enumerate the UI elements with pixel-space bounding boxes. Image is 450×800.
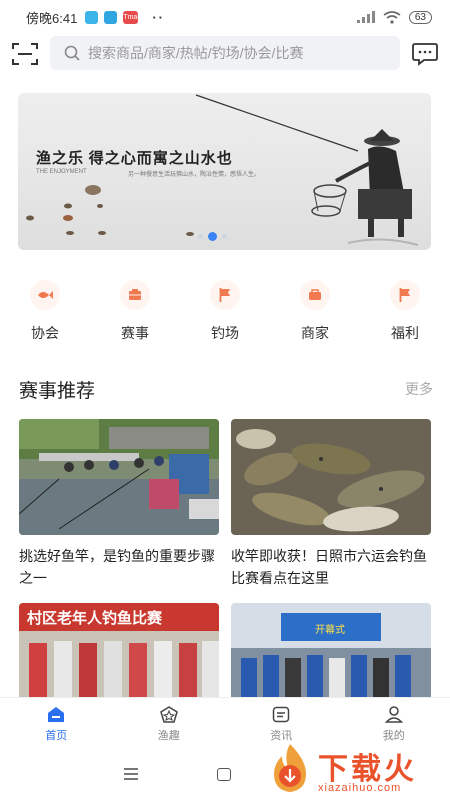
category-label: 协会 [31,325,59,341]
shop-icon [300,280,330,310]
card-image: 开幕式 [231,603,431,703]
menu-icon[interactable] [124,768,138,780]
status-bar: 傍晚6:41 Tmall ·· 63 [0,0,450,34]
status-time: 傍晚6:41 [26,10,78,26]
category-label: 钓场 [211,325,239,341]
flame-logo-icon [274,744,306,792]
more-notifications-dots: ·· [152,9,165,25]
event-card[interactable]: 收竿即收获！日照市六运会钓鱼比赛看点在这里 [231,419,431,589]
star-icon [159,706,178,723]
search-row: 搜索商品/商家/热帖/钓场/协会/比赛 [0,36,450,72]
tab-label: 首页 [45,730,68,742]
category-label: 商家 [301,325,329,341]
search-icon [64,45,80,61]
card-image: 村区老年人钓鱼比赛 [19,603,219,703]
banner-subtitle: THE ENJOYMENT [36,169,87,175]
banner-description: 另一种慢意生活玩佛山水，陶冶性情，感悟人生。 [128,172,261,178]
pager-dot [222,234,227,239]
event-card[interactable]: 挑选好鱼竿，是钓鱼的重要步骤之一 [19,419,219,589]
category-label: 赛事 [121,325,149,341]
section-header: 赛事推荐 更多 [19,374,433,404]
tab-label: 我的 [382,730,405,742]
tab-label: 渔趣 [157,730,180,742]
more-link[interactable]: 更多 [405,379,433,399]
banner-pager [198,232,227,241]
section-title: 赛事推荐 [19,380,96,402]
watermark-url: xiazaihuo.com [318,782,402,794]
tab-fishing-fun[interactable]: 渔趣 [113,698,226,749]
search-input[interactable]: 搜索商品/商家/热帖/钓场/协会/比赛 [50,36,400,70]
banner-title: 渔之乐 得之心而寓之山水也 [36,151,233,167]
home-icon [48,707,65,722]
trophy-icon [120,280,150,310]
flag-icon [210,280,240,310]
signal-icon [356,11,375,23]
fish-icon [30,280,60,310]
battery-indicator: 63 [408,10,432,24]
search-placeholder: 搜索商品/商家/热帖/钓场/协会/比赛 [88,45,304,61]
watermark: 下载火 xiazaihuo.com [266,742,446,798]
tab-home[interactable]: 首页 [0,698,113,749]
scan-icon[interactable] [12,42,38,66]
category-merchants[interactable]: 商家 [270,280,360,350]
app-notification-icon-2 [104,10,118,24]
message-icon[interactable] [412,42,438,66]
event-card[interactable]: 开幕式 [231,603,431,703]
user-icon [384,706,403,723]
category-label: 福利 [391,325,419,341]
card-image [231,419,431,535]
gift-flag-icon [390,280,420,310]
card-caption: 挑选好鱼竿，是钓鱼的重要步骤之一 [19,548,215,586]
category-benefits[interactable]: 福利 [360,280,450,350]
pager-dot [198,234,203,239]
category-nav: 协会 赛事 钓场 商家 福利 [0,280,450,350]
card-caption: 收竿即收获！日照市六运会钓鱼比赛看点在这里 [231,548,427,586]
app-notification-icon [85,10,99,24]
event-card[interactable]: 村区老年人钓鱼比赛 [19,603,219,703]
tmall-notification-icon: Tmall [123,10,140,24]
tab-label: 资讯 [270,730,293,742]
category-fishing-spots[interactable]: 钓场 [180,280,270,350]
card-image [19,419,219,535]
category-association[interactable]: 协会 [0,280,90,350]
news-icon [273,706,290,723]
card-banner-text: 村区老年人钓鱼比赛 [27,609,163,627]
pager-dot-active [208,232,217,241]
wifi-icon [383,10,401,24]
promo-banner[interactable]: 渔之乐 得之心而寓之山水也 THE ENJOYMENT 另一种慢意生活玩佛山水，… [18,93,431,250]
card-banner-text: 开幕式 [315,623,345,636]
home-square-icon[interactable] [217,768,231,781]
category-events[interactable]: 赛事 [90,280,180,350]
